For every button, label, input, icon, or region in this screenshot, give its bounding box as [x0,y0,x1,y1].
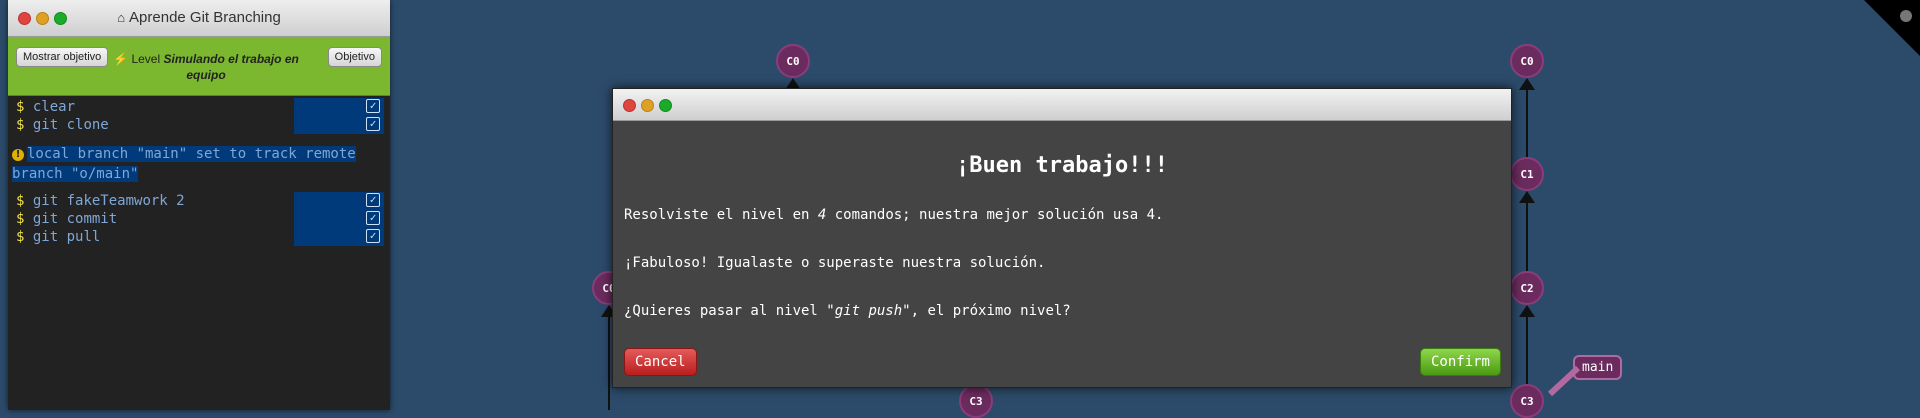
commit-node-c0-top[interactable]: C0 [776,44,810,78]
warning-icon: ! [12,149,24,161]
commit-node-c0-right[interactable]: C0 [1510,44,1544,78]
window-title: ⌂ Aprende Git Branching [117,9,281,26]
commit-edge [1526,196,1528,272]
command-line[interactable]: $ git fakeTeamwork 2 ✓ [12,192,384,210]
checkbox-icon: ✓ [366,211,380,225]
commit-node-c3-left[interactable]: C3 [959,384,993,418]
command-line[interactable]: $ git clone ✓ [12,116,384,134]
checkbox-icon: ✓ [366,193,380,207]
level-complete-dialog: ¡Buen trabajo!!! Resolviste el nivel en … [612,88,1512,388]
branch-pointer-arrow [1547,365,1581,397]
next-level-question: ¿Quieres pasar al nivel "git push", el p… [624,303,1071,319]
panel-titlebar: ⌂ Aprende Git Branching [8,0,390,37]
command-panel: ⌂ Aprende Git Branching Mostrar objetivo … [8,0,390,410]
goal-button[interactable]: Objetivo [327,47,382,67]
cancel-button[interactable]: Cancel [624,348,697,376]
level-title: ⚡ Level Simulando el trabajo en equipo [113,52,299,82]
dialog-minimize-button[interactable] [641,99,654,112]
dialog-maximize-button[interactable] [659,99,672,112]
confirm-button[interactable]: Confirm [1419,348,1501,376]
dialog-body: ¡Buen trabajo!!! Resolviste el nivel en … [613,121,1511,387]
commit-arrow [1519,305,1535,317]
lightning-icon: ⚡ [113,52,129,66]
commit-edge [1526,308,1528,384]
commit-arrow [1519,78,1535,90]
corner-ribbon[interactable] [1864,0,1920,56]
show-goal-button[interactable]: Mostrar objetivo [16,47,109,67]
command-line[interactable]: $ git commit ✓ [12,210,384,228]
praise-message: ¡Fabuloso! Igualaste o superaste nuestra… [624,255,1046,271]
dialog-titlebar [613,89,1511,121]
commit-node-c3-right[interactable]: C3 [1510,384,1544,418]
commit-edge [1526,88,1528,160]
checkbox-icon: ✓ [366,117,380,131]
dialog-title: ¡Buen trabajo!!! [956,153,1168,178]
home-icon[interactable]: ⌂ [117,10,125,25]
terminal-info-message: ! local branch "main" set to track remote… [12,146,356,182]
commit-arrow [1519,191,1535,203]
result-message: Resolviste el nivel en 4 comandos; nuest… [624,207,1164,223]
command-line[interactable]: $ git pull ✓ [12,228,384,246]
checkbox-icon: ✓ [366,99,380,113]
command-line[interactable]: $ clear ✓ [12,98,384,116]
level-bar: Mostrar objetivo ⚡ Level Simulando el tr… [8,37,390,96]
dialog-close-button[interactable] [623,99,636,112]
commit-node-c1-right[interactable]: C1 [1510,157,1544,191]
checkbox-icon: ✓ [366,229,380,243]
commit-edge [608,316,610,410]
commit-node-c2-right[interactable]: C2 [1510,271,1544,305]
dialog-window-controls [623,99,672,112]
